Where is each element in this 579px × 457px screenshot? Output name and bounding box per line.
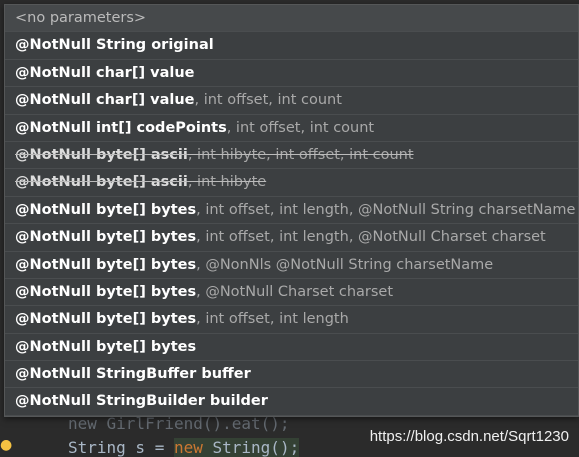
signature-item[interactable]: @NotNull int[] codePoints, int offset, i… <box>5 115 578 142</box>
signature-primary: @NotNull StringBuilder builder <box>15 393 268 410</box>
signature-primary: @NotNull byte[] ascii <box>15 174 188 191</box>
signature-rest: , int offset, int count <box>194 92 342 109</box>
signature-primary: @NotNull byte[] bytes <box>15 338 197 355</box>
signature-rest: , int hibyte, int offset, int count <box>187 146 414 163</box>
signature-rest: , int hibyte <box>187 174 267 191</box>
signature-item[interactable]: @NotNull StringBuilder builder <box>5 388 578 416</box>
signature-primary: @NotNull String original <box>15 37 214 54</box>
signature-primary: @NotNull int[] codePoints <box>15 119 227 136</box>
signature-primary: @NotNull char[] value <box>15 92 195 109</box>
popup-header: <no parameters> <box>5 5 578 33</box>
lightbulb-icon[interactable]: ● <box>0 436 14 454</box>
signature-item[interactable]: @NotNull byte[] bytes, @NotNull Charset … <box>5 279 578 307</box>
signature-item[interactable]: @NotNull byte[] ascii, int hibyte <box>5 169 578 197</box>
signature-item[interactable]: @NotNull String original <box>5 32 578 60</box>
signature-item[interactable]: @NotNull byte[] ascii, int hibyte, int o… <box>5 142 578 170</box>
parameter-info-popup: <no parameters> @NotNull String original… <box>4 4 579 417</box>
code-text: String s = <box>68 438 174 457</box>
signature-primary: @NotNull byte[] bytes <box>15 283 197 300</box>
signature-item[interactable]: @NotNull byte[] bytes, int offset, int l… <box>5 224 578 252</box>
signature-rest: , int offset, int length <box>196 311 349 328</box>
signature-rest: , @NonNls @NotNull String charsetName <box>196 256 494 273</box>
keyword-new: new <box>173 438 203 457</box>
signature-primary: @NotNull byte[] bytes <box>15 229 197 246</box>
code-line-current: String s = new String(); <box>68 438 300 457</box>
signature-primary: @NotNull char[] value <box>15 64 195 81</box>
signature-item[interactable]: @NotNull byte[] bytes, @NonNls @NotNull … <box>5 252 578 279</box>
signature-primary: @NotNull byte[] ascii <box>15 146 188 163</box>
signature-primary: @NotNull byte[] bytes <box>15 256 197 273</box>
signature-primary: @NotNull StringBuffer buffer <box>15 366 251 383</box>
signature-rest: , @NotNull Charset charset <box>196 283 394 300</box>
signature-item[interactable]: @NotNull StringBuffer buffer <box>5 361 578 389</box>
signature-item[interactable]: @NotNull char[] value, int offset, int c… <box>5 87 578 115</box>
signature-rest: , int offset, int count <box>226 119 375 136</box>
signature-primary: @NotNull byte[] bytes <box>15 201 197 218</box>
signature-rest: , int offset, int length, @NotNull Chars… <box>196 229 546 246</box>
signature-item[interactable]: @NotNull byte[] bytes <box>5 334 578 362</box>
signature-list: @NotNull String original @NotNull char[] … <box>5 32 578 416</box>
signature-item[interactable]: @NotNull byte[] bytes, int offset, int l… <box>5 306 578 334</box>
watermark: https://blog.csdn.net/Sqrt1230 <box>369 428 569 445</box>
signature-rest: , int offset, int length, @NotNull Strin… <box>196 201 576 218</box>
signature-primary: @NotNull byte[] bytes <box>15 311 197 328</box>
signature-item[interactable]: @NotNull byte[] bytes, int offset, int l… <box>5 197 578 225</box>
constructor-call: String(); <box>202 438 300 457</box>
signature-item[interactable]: @NotNull char[] value <box>5 60 578 88</box>
